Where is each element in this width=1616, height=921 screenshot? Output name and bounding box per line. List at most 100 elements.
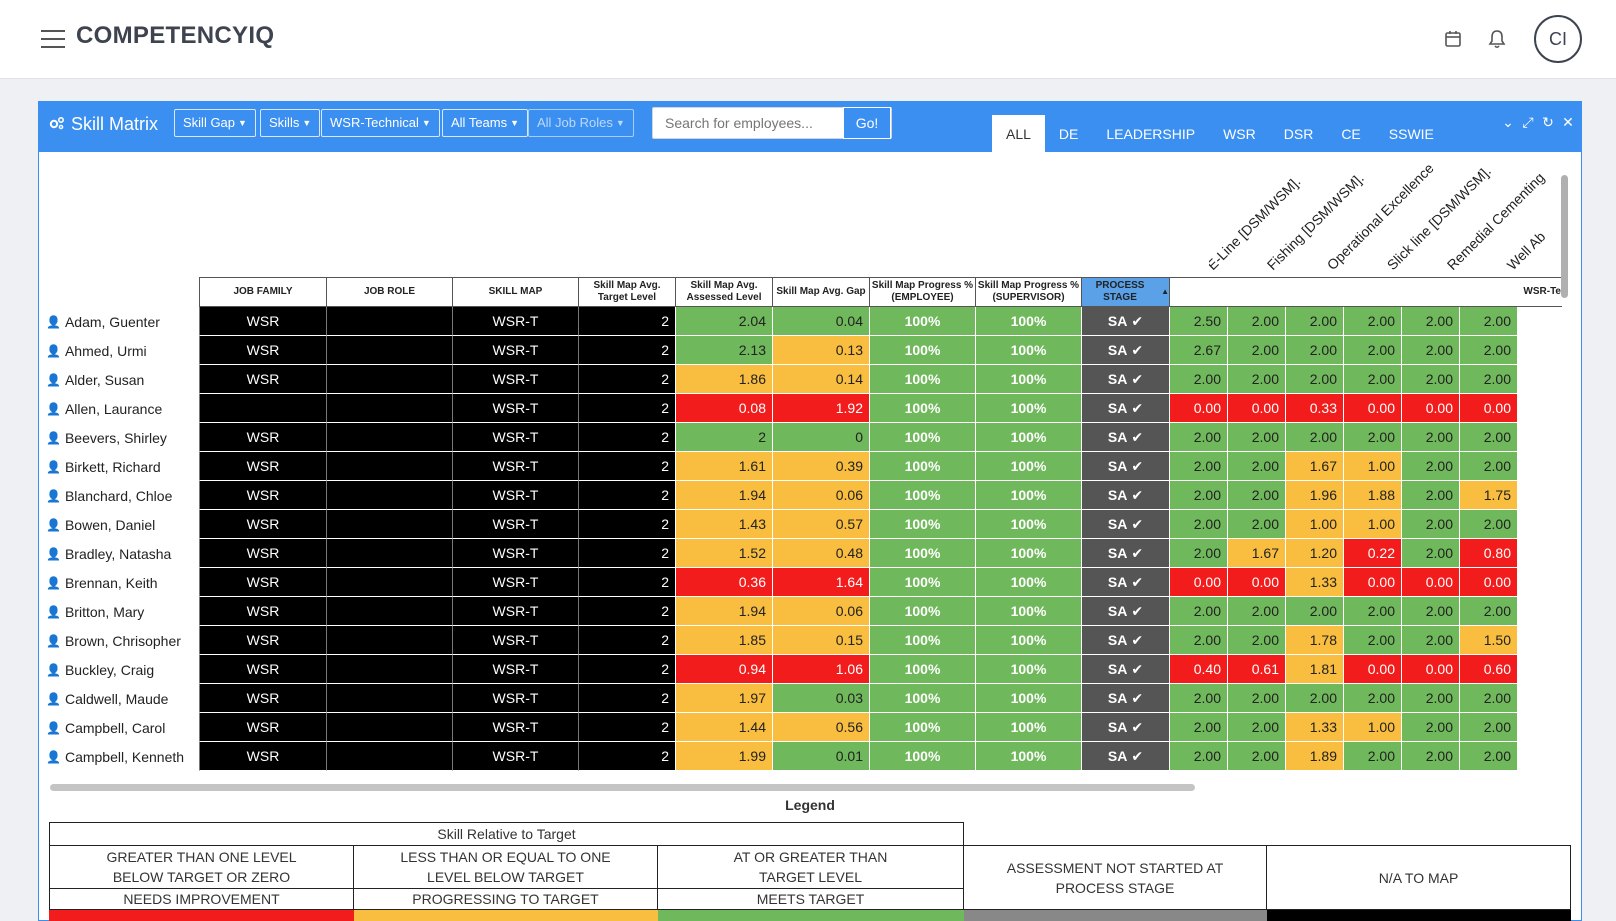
skill-score-cell[interactable]: 0.40	[1169, 655, 1227, 684]
skill-score-cell[interactable]: 2.00	[1401, 481, 1459, 510]
skill-column-header[interactable]: Operational Excellence	[1324, 163, 1437, 273]
process-stage-cell[interactable]: SA ✔	[1081, 307, 1169, 336]
skill-score-cell[interactable]: 2.00	[1169, 510, 1227, 539]
col-process-stage[interactable]: PROCESS STAGE ▲	[1081, 277, 1169, 307]
process-stage-cell[interactable]: SA ✔	[1081, 626, 1169, 655]
skill-score-cell[interactable]: 0.00	[1227, 394, 1285, 423]
skill-score-cell[interactable]: 0.60	[1459, 655, 1517, 684]
skill-score-cell[interactable]: 2.00	[1227, 510, 1285, 539]
skill-column-header[interactable]: Slick line [DSM/WSM].	[1384, 163, 1494, 273]
table-row[interactable]: 👤 Campbell, Carol WSR WSR-T 2 1.44 0.56 100% 100…	[46, 713, 1562, 742]
skill-score-cell[interactable]: 2.00	[1459, 742, 1517, 771]
skill-score-cell[interactable]: 1.67	[1227, 539, 1285, 568]
skill-score-cell[interactable]: 1.00	[1343, 510, 1401, 539]
col-target-level[interactable]: Skill Map Avg. Target Level	[578, 277, 675, 307]
menu-icon[interactable]	[41, 30, 65, 48]
skill-score-cell[interactable]: 2.00	[1343, 684, 1401, 713]
brand-logo[interactable]: COMPETENCYIQ	[76, 22, 274, 50]
tab-de[interactable]: DE	[1045, 115, 1092, 152]
skill-score-cell[interactable]: 2.00	[1459, 684, 1517, 713]
skill-score-cell[interactable]: 0.33	[1285, 394, 1343, 423]
skill-score-cell[interactable]: 2.00	[1343, 365, 1401, 394]
skill-score-cell[interactable]: 1.20	[1285, 539, 1343, 568]
skill-score-cell[interactable]: 2.00	[1459, 307, 1517, 336]
skill-score-cell[interactable]: 1.88	[1343, 481, 1401, 510]
tab-all[interactable]: ALL	[992, 115, 1045, 152]
process-stage-cell[interactable]: SA ✔	[1081, 510, 1169, 539]
skill-score-cell[interactable]: 0.22	[1343, 539, 1401, 568]
col-assessed-level[interactable]: Skill Map Avg. Assessed Level	[675, 277, 772, 307]
skill-score-cell[interactable]: 2.00	[1459, 336, 1517, 365]
table-row[interactable]: 👤 Adam, Guenter WSR WSR-T 2 2.04 0.04 100% 100% S…	[46, 307, 1562, 336]
process-stage-cell[interactable]: SA ✔	[1081, 742, 1169, 771]
employee-name[interactable]: 👤 Ahmed, Urmi	[46, 336, 199, 365]
skill-score-cell[interactable]: 1.78	[1285, 626, 1343, 655]
skill-score-cell[interactable]: 2.00	[1459, 365, 1517, 394]
all-teams-dropdown[interactable]: All Teams ▼	[442, 109, 529, 137]
employee-name[interactable]: 👤 Britton, Mary	[46, 597, 199, 626]
process-stage-cell[interactable]: SA ✔	[1081, 481, 1169, 510]
collapse-icon[interactable]: ⌄	[1501, 114, 1515, 131]
skill-score-cell[interactable]: 0.00	[1401, 394, 1459, 423]
skill-score-cell[interactable]: 0.00	[1169, 394, 1227, 423]
skill-score-cell[interactable]: 2.00	[1401, 510, 1459, 539]
skill-score-cell[interactable]: 0.00	[1343, 568, 1401, 597]
skill-score-cell[interactable]: 2.00	[1459, 597, 1517, 626]
process-stage-cell[interactable]: SA ✔	[1081, 655, 1169, 684]
tab-leadership[interactable]: LEADERSHIP	[1092, 115, 1209, 152]
skill-score-cell[interactable]: 1.00	[1285, 510, 1343, 539]
vertical-scrollbar[interactable]	[1561, 175, 1568, 298]
process-stage-cell[interactable]: SA ✔	[1081, 452, 1169, 481]
skill-score-cell[interactable]: 2.00	[1285, 365, 1343, 394]
skill-score-cell[interactable]: 2.00	[1459, 452, 1517, 481]
skill-score-cell[interactable]: 2.00	[1343, 742, 1401, 771]
skill-score-cell[interactable]: 2.50	[1169, 307, 1227, 336]
skill-score-cell[interactable]: 1.96	[1285, 481, 1343, 510]
skill-score-cell[interactable]: 2.00	[1169, 626, 1227, 655]
skill-score-cell[interactable]: 0.00	[1343, 394, 1401, 423]
employee-name[interactable]: 👤 Campbell, Carol	[46, 713, 199, 742]
col-progress-employee[interactable]: Skill Map Progress % (EMPLOYEE)	[869, 277, 975, 307]
skill-score-cell[interactable]: 2.00	[1343, 307, 1401, 336]
skill-column-header[interactable]: Well Ab	[1504, 228, 1549, 273]
skill-score-cell[interactable]: 2.67	[1169, 336, 1227, 365]
skill-score-cell[interactable]: 2.00	[1169, 423, 1227, 452]
skill-score-cell[interactable]: 2.00	[1401, 597, 1459, 626]
table-row[interactable]: 👤 Ahmed, Urmi WSR WSR-T 2 2.13 0.13 100% 100% SA ✔…	[46, 336, 1562, 365]
skill-score-cell[interactable]: 2.00	[1401, 742, 1459, 771]
process-stage-cell[interactable]: SA ✔	[1081, 597, 1169, 626]
calendar-icon[interactable]	[1440, 26, 1466, 52]
col-skill-map[interactable]: SKILL MAP	[452, 277, 578, 307]
skill-score-cell[interactable]: 2.00	[1343, 626, 1401, 655]
col-avg-gap[interactable]: Skill Map Avg. Gap	[772, 277, 869, 307]
skill-score-cell[interactable]: 2.00	[1169, 452, 1227, 481]
skill-score-cell[interactable]: 0.00	[1401, 655, 1459, 684]
skill-score-cell[interactable]: 1.50	[1459, 626, 1517, 655]
employee-name[interactable]: 👤 Campbell, Kenneth	[46, 742, 199, 771]
skill-score-cell[interactable]: 1.89	[1285, 742, 1343, 771]
skill-score-cell[interactable]: 2.00	[1401, 307, 1459, 336]
skill-score-cell[interactable]: 0.00	[1227, 568, 1285, 597]
employee-name[interactable]: 👤 Allen, Laurance	[46, 394, 199, 423]
process-stage-cell[interactable]: SA ✔	[1081, 394, 1169, 423]
skill-score-cell[interactable]: 1.00	[1343, 452, 1401, 481]
skill-score-cell[interactable]: 2.00	[1227, 336, 1285, 365]
skill-score-cell[interactable]: 2.00	[1401, 423, 1459, 452]
wsr-technical-dropdown[interactable]: WSR-Technical ▼	[321, 109, 440, 137]
refresh-icon[interactable]: ↻	[1541, 114, 1555, 131]
table-row[interactable]: 👤 Birkett, Richard WSR WSR-T 2 1.61 0.39 100% 10…	[46, 452, 1562, 481]
skill-score-cell[interactable]: 0.00	[1401, 568, 1459, 597]
table-row[interactable]: 👤 Brown, Chrisopher WSR WSR-T 2 1.85 0.15 100% 1…	[46, 626, 1562, 655]
skill-score-cell[interactable]: 2.00	[1227, 481, 1285, 510]
process-stage-cell[interactable]: SA ✔	[1081, 365, 1169, 394]
employee-name[interactable]: 👤 Adam, Guenter	[46, 307, 199, 336]
process-stage-cell[interactable]: SA ✔	[1081, 568, 1169, 597]
skill-score-cell[interactable]: 2.00	[1459, 713, 1517, 742]
employee-name[interactable]: 👤 Brennan, Keith	[46, 568, 199, 597]
tab-ce[interactable]: CE	[1327, 115, 1374, 152]
employee-name[interactable]: 👤 Buckley, Craig	[46, 655, 199, 684]
employee-name[interactable]: 👤 Blanchard, Chloe	[46, 481, 199, 510]
employee-name[interactable]: 👤 Bowen, Daniel	[46, 510, 199, 539]
user-avatar[interactable]: CI	[1534, 15, 1582, 63]
employee-name[interactable]: 👤 Beevers, Shirley	[46, 423, 199, 452]
